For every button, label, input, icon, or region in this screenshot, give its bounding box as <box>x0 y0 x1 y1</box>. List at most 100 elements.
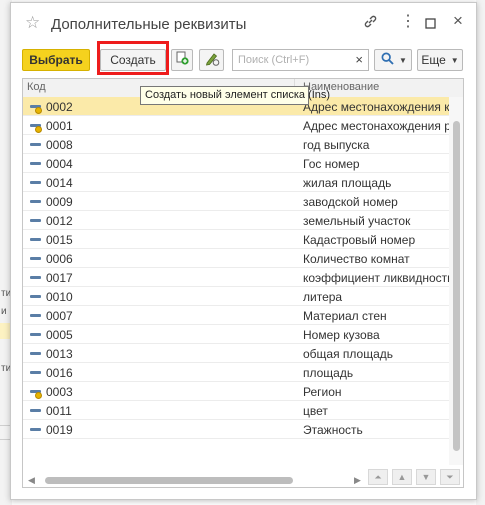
row-name: год выпуска <box>303 138 370 152</box>
vertical-scrollbar[interactable] <box>449 97 463 465</box>
row-code: 0001 <box>46 119 73 133</box>
table-row[interactable]: 0019 Этажность <box>23 420 463 439</box>
attribute-icon <box>30 314 41 317</box>
row-code: 0002 <box>46 100 73 114</box>
row-code: 0009 <box>46 195 73 209</box>
row-code: 0016 <box>46 366 73 380</box>
more-actions-label: Еще <box>421 53 446 67</box>
row-code: 0010 <box>46 290 73 304</box>
attribute-icon <box>30 181 41 184</box>
table-row[interactable]: 0010 литера <box>23 287 463 306</box>
row-name: заводской номер <box>303 195 398 209</box>
attribute-icon <box>30 238 41 241</box>
background-text: и <box>1 306 7 317</box>
row-code: 0007 <box>46 309 73 323</box>
title-bar: ☆ Дополнительные реквизиты ⋮ × <box>11 3 476 43</box>
window-title: Дополнительные реквизиты <box>51 16 247 33</box>
row-name: общая площадь <box>303 347 394 361</box>
table-row[interactable]: 0011 цвет <box>23 401 463 420</box>
scroll-to-bottom-button[interactable]: ⏷ <box>440 469 460 485</box>
row-name: Этажность <box>303 423 363 437</box>
row-name: площадь <box>303 366 354 380</box>
table-row[interactable]: 0004 Гос номер <box>23 154 463 173</box>
row-code: 0005 <box>46 328 73 342</box>
row-code: 0017 <box>46 271 73 285</box>
row-name: жилая площадь <box>303 176 392 190</box>
create-tooltip: Создать новый элемент списка (Ins) <box>140 86 330 105</box>
row-code: 0013 <box>46 347 73 361</box>
marked-indicator-icon <box>35 126 42 133</box>
highlight-frame <box>97 41 169 75</box>
row-code: 0014 <box>46 176 73 190</box>
background-panel-right <box>476 0 485 505</box>
table-row[interactable]: 0013 общая площадь <box>23 344 463 363</box>
row-name: земельный участок <box>303 214 411 228</box>
search-options-button[interactable]: ▼ <box>374 49 412 71</box>
scroll-right-arrow[interactable]: ▶ <box>354 475 361 486</box>
row-code: 0011 <box>46 404 72 418</box>
more-actions-button[interactable]: Еще ▼ <box>417 49 463 71</box>
row-name: Номер кузова <box>303 328 380 342</box>
items-list: Код Наименование 0002 Адрес местонахожден… <box>22 78 464 488</box>
attribute-icon <box>30 409 41 412</box>
table-row[interactable]: 0001 Адрес местонахождения рус <box>23 116 463 135</box>
row-name: Регион <box>303 385 342 399</box>
row-name: Адрес местонахождения каз <box>303 100 462 114</box>
maximize-icon[interactable] <box>425 16 436 33</box>
row-code: 0012 <box>46 214 73 228</box>
scroll-to-top-button[interactable]: ⏶ <box>368 469 388 485</box>
table-row[interactable]: 0008 год выпуска <box>23 135 463 154</box>
attribute-icon <box>30 143 41 146</box>
row-name: Материал стен <box>303 309 387 323</box>
attribute-icon <box>30 162 41 165</box>
row-name: цвет <box>303 404 328 418</box>
table-row[interactable]: 0017 коэффициент ликвидности <box>23 268 463 287</box>
table-row[interactable]: 0007 Материал стен <box>23 306 463 325</box>
table-row[interactable]: 0016 площадь <box>23 363 463 382</box>
edit-button[interactable] <box>199 49 224 71</box>
search-placeholder: Поиск (Ctrl+F) <box>238 54 310 66</box>
attribute-icon <box>30 219 41 222</box>
search-icon <box>381 52 394 68</box>
marked-indicator-icon <box>35 107 42 114</box>
table-row[interactable]: 0003 Регион <box>23 382 463 401</box>
scroll-page-down-button[interactable]: ▼ <box>416 469 436 485</box>
column-header-code[interactable]: Код <box>27 81 46 93</box>
horizontal-scroll-thumb[interactable] <box>45 477 293 484</box>
attribute-icon <box>30 428 41 431</box>
row-name: коэффициент ликвидности <box>303 271 454 285</box>
clear-search-icon[interactable]: × <box>355 52 363 67</box>
star-icon[interactable]: ☆ <box>25 13 40 33</box>
attribute-icon <box>30 295 41 298</box>
attribute-icon <box>30 371 41 374</box>
attribute-icon <box>30 333 41 336</box>
row-code: 0006 <box>46 252 73 266</box>
table-row[interactable]: 0012 земельный участок <box>23 211 463 230</box>
close-icon[interactable]: × <box>453 11 463 31</box>
chevron-down-icon: ▼ <box>450 55 459 65</box>
row-name: Адрес местонахождения рус <box>303 119 463 133</box>
attribute-icon <box>30 352 41 355</box>
dialog-window: ☆ Дополнительные реквизиты ⋮ × Выбрать С… <box>10 2 477 500</box>
table-row[interactable]: 0015 Кадастровый номер <box>23 230 463 249</box>
copy-button[interactable] <box>171 49 193 71</box>
row-name: Кадастровый номер <box>303 233 416 247</box>
vertical-scroll-thumb[interactable] <box>453 121 460 451</box>
attribute-icon <box>30 257 41 260</box>
row-code: 0015 <box>46 233 73 247</box>
scroll-page-up-button[interactable]: ▲ <box>392 469 412 485</box>
marked-indicator-icon <box>35 392 42 399</box>
table-row[interactable]: 0009 заводской номер <box>23 192 463 211</box>
select-button[interactable]: Выбрать <box>22 49 90 71</box>
row-name: литера <box>303 290 343 304</box>
row-code: 0004 <box>46 157 73 171</box>
table-row[interactable]: 0014 жилая площадь <box>23 173 463 192</box>
table-row[interactable]: 0006 Количество комнат <box>23 249 463 268</box>
chevron-down-icon: ▼ <box>399 55 407 65</box>
search-input[interactable]: Поиск (Ctrl+F) × <box>232 49 369 71</box>
attribute-icon <box>30 200 41 203</box>
table-row[interactable]: 0005 Номер кузова <box>23 325 463 344</box>
more-icon[interactable]: ⋮ <box>400 11 416 31</box>
link-icon[interactable] <box>363 14 378 33</box>
scroll-left-arrow[interactable]: ◀ <box>28 475 35 486</box>
